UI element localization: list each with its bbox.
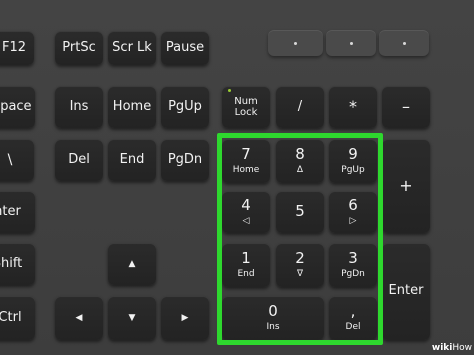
key-label: 0 (268, 302, 278, 321)
key-sublabel: Ins (266, 322, 280, 333)
key-numpad-6: 6 ▷ (329, 191, 377, 233)
key-label: 8 (295, 145, 305, 164)
key-sublabel: PgUp (341, 165, 365, 176)
key-numlock: Num Lock (222, 86, 270, 128)
key-sublabel: Del (345, 322, 361, 333)
led-dot-icon (402, 41, 406, 45)
key-label: 2 (295, 249, 305, 268)
key-numpad-7: 7 Home (222, 139, 270, 183)
left-arrow-icon: ◀ (75, 312, 83, 323)
key-shift: Shift (0, 243, 35, 285)
led-dot-icon (349, 41, 353, 45)
key-backslash: \ (0, 139, 34, 181)
key-numpad-plus: + (382, 139, 430, 233)
watermark-suffix: How (452, 343, 472, 353)
key-numpad-8: 8 Δ (276, 139, 324, 183)
key-label: Enter (388, 283, 424, 299)
key-label: F12 (1, 39, 27, 55)
key-numpad-3: 3 PgDn (329, 243, 377, 287)
key-pgdn: PgDn (161, 139, 209, 181)
right-triangle-icon: ▷ (349, 216, 357, 227)
key-label: , (350, 302, 356, 321)
key-del: Del (55, 139, 103, 181)
key-label: * (349, 96, 357, 116)
left-triangle-icon: ◁ (242, 216, 250, 227)
key-sublabel: PgDn (341, 269, 365, 280)
key-pgup: PgUp (161, 86, 209, 128)
key-label: Home (112, 98, 152, 114)
key-enter-main: nter (0, 191, 35, 233)
key-numpad-4: 4 ◁ (222, 191, 270, 233)
key-label: Del (68, 151, 90, 167)
key-label: / (297, 98, 303, 114)
up-triangle-icon: Δ (296, 165, 304, 176)
key-label-top: Num (234, 95, 258, 107)
key-numpad-dot: , Del (329, 296, 377, 340)
numlock-led-icon (228, 89, 231, 92)
key-end: End (108, 139, 156, 181)
key-label: 3 (348, 249, 358, 268)
key-numpad-5: 5 (276, 191, 324, 233)
key-label: – (402, 96, 410, 116)
key-label: 1 (241, 249, 251, 268)
key-ctrl: Ctrl (0, 296, 35, 340)
wikihow-watermark: wikiHow (432, 343, 472, 353)
key-arrow-right: ▶ (161, 296, 209, 340)
led-dot-icon (294, 41, 297, 45)
down-triangle-icon: ∇ (296, 269, 304, 280)
key-label: Shift (0, 255, 23, 271)
key-pause: Pause (161, 31, 209, 65)
key-label: 9 (348, 145, 358, 164)
key-numpad-9: 9 PgUp (329, 139, 377, 183)
key-label: PgDn (167, 151, 203, 167)
key-label: Ctrl (0, 309, 22, 325)
key-backspace: space (0, 86, 35, 128)
key-label: End (119, 151, 145, 167)
key-label: 6 (348, 196, 358, 215)
key-home: Home (108, 86, 156, 128)
key-f12: F12 (0, 31, 34, 65)
key-label: PgUp (168, 98, 202, 114)
key-sublabel: End (237, 269, 255, 280)
key-label: 5 (295, 202, 305, 221)
key-scrlk: Scr Lk (108, 31, 156, 65)
key-divide: / (276, 86, 324, 128)
key-arrow-down: ▼ (108, 296, 156, 340)
key-multiply: * (329, 86, 377, 128)
watermark-brand: wiki (431, 343, 453, 353)
key-prtsc: PrtSc (55, 31, 103, 65)
key-numpad-1: 1 End (222, 243, 270, 287)
key-label: 4 (241, 196, 251, 215)
indicator-led-2 (326, 30, 376, 56)
key-minus: – (382, 86, 430, 128)
key-label: space (0, 98, 32, 114)
key-label: Ins (69, 98, 89, 114)
key-label: nter (0, 203, 21, 219)
up-arrow-icon: ▲ (128, 258, 136, 269)
key-arrow-up: ▲ (108, 243, 156, 285)
key-ins: Ins (55, 86, 103, 128)
key-label: Pause (165, 39, 205, 55)
key-sublabel: Home (232, 165, 260, 176)
key-label: 7 (241, 145, 251, 164)
key-numpad-0: 0 Ins (222, 296, 324, 340)
key-label: Scr Lk (112, 39, 152, 55)
key-label: \ (7, 151, 13, 168)
key-arrow-left: ◀ (55, 296, 103, 340)
key-label: PrtSc (62, 39, 96, 55)
indicator-led-1 (268, 30, 323, 56)
key-label-bottom: Lock (234, 107, 258, 118)
key-numpad-enter: Enter (382, 243, 430, 340)
right-arrow-icon: ▶ (181, 312, 189, 323)
keyboard-photo: F12 PrtSc Scr Lk Pause space Ins Home Pg… (0, 0, 474, 355)
indicator-led-3 (379, 30, 429, 56)
key-label: + (399, 175, 413, 195)
down-arrow-icon: ▼ (128, 312, 136, 323)
key-numpad-2: 2 ∇ (276, 243, 324, 287)
